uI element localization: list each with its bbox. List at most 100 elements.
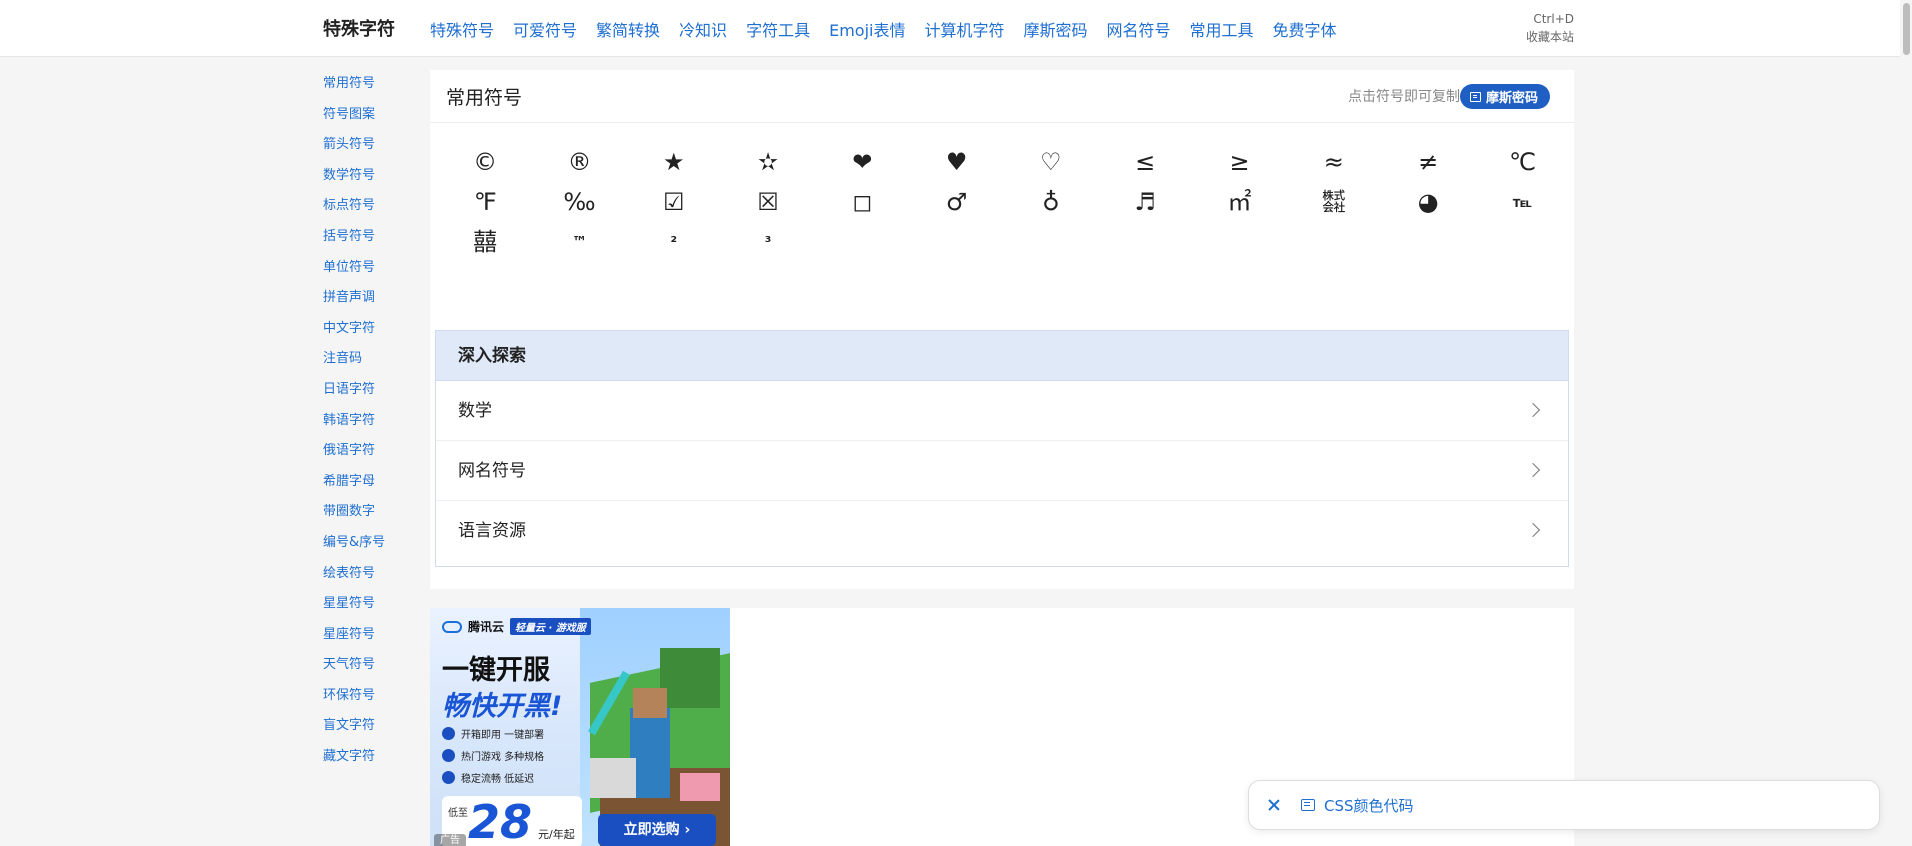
sidebar-item[interactable]: 符号图案 bbox=[323, 107, 423, 138]
ad-tag: 轻量云 · 游戏服 bbox=[510, 618, 591, 635]
explore-item-math[interactable]: 数学 bbox=[436, 381, 1568, 441]
explore-item-label: 语言资源 bbox=[458, 521, 526, 541]
sidebar-item[interactable]: 希腊字母 bbox=[323, 474, 423, 505]
site-logo[interactable]: 特殊字符 bbox=[323, 15, 395, 41]
section-title: 常用符号 bbox=[446, 87, 523, 109]
nav-item-emoji[interactable]: Emoji表情 bbox=[829, 17, 905, 41]
symbol-cell[interactable]: ♂ bbox=[909, 182, 1003, 222]
nav-item-morse[interactable]: 摩斯密码 bbox=[1023, 17, 1087, 41]
chevron-right-icon bbox=[1525, 402, 1541, 418]
symbol-cell[interactable]: 囍 bbox=[438, 222, 532, 262]
ad-illustration bbox=[680, 773, 720, 801]
ad-price: 28 bbox=[468, 795, 533, 846]
symbol-cell[interactable]: ◕ bbox=[1381, 182, 1475, 222]
sidebar-item[interactable]: 天气符号 bbox=[323, 657, 423, 688]
symbol-cell[interactable]: ³ bbox=[721, 222, 815, 262]
sidebar-item[interactable]: 日语字符 bbox=[323, 382, 423, 413]
scrollbar-thumb[interactable] bbox=[1903, 3, 1910, 55]
ad-illustration bbox=[633, 688, 667, 718]
ad-feature: 开箱即用 一键部署 bbox=[442, 726, 544, 741]
explore-panel: 深入探索 数学 网名符号 语言资源 bbox=[435, 330, 1569, 567]
nav-item-common-tools[interactable]: 常用工具 bbox=[1190, 17, 1254, 41]
sidebar-item[interactable]: 常用符号 bbox=[323, 76, 423, 107]
sidebar-item[interactable]: 带圈数字 bbox=[323, 504, 423, 535]
bookmark-label: 收藏本站 bbox=[1525, 30, 1574, 44]
sidebar-item[interactable]: 编号&序号 bbox=[323, 535, 423, 566]
symbol-cell[interactable]: ㍿ bbox=[1287, 182, 1381, 222]
sidebar-item[interactable]: 俄语字符 bbox=[323, 443, 423, 474]
bookmark-hint[interactable]: Ctrl+D 收藏本站 bbox=[1500, 10, 1574, 46]
explore-item-label: 数学 bbox=[458, 401, 492, 421]
ad-banner[interactable]: 腾讯云 轻量云 · 游戏服 一键开服 畅快开黑! 开箱即用 一键部署 热门游戏 … bbox=[430, 608, 730, 846]
sidebar-item[interactable]: 中文字符 bbox=[323, 321, 423, 352]
symbol-cell[interactable]: ² bbox=[627, 222, 721, 262]
page-scrollbar[interactable] bbox=[1900, 0, 1912, 846]
symbol-cell[interactable]: © bbox=[438, 142, 532, 182]
symbol-cell[interactable]: ♁ bbox=[1004, 182, 1098, 222]
nav-item-free-fonts[interactable]: 免费字体 bbox=[1273, 17, 1337, 41]
explore-item-language-resources[interactable]: 语言资源 bbox=[436, 501, 1568, 561]
symbol-cell[interactable]: ≥ bbox=[1192, 142, 1286, 182]
nav-item-cute-symbols[interactable]: 可爱符号 bbox=[513, 17, 577, 41]
sidebar-item[interactable]: 藏文字符 bbox=[323, 749, 423, 780]
ad-price-unit: 元/年起 bbox=[538, 828, 575, 841]
ad-brand: 腾讯云 轻量云 · 游戏服 bbox=[442, 618, 591, 635]
nav-item-special-symbols[interactable]: 特殊符号 bbox=[430, 17, 494, 41]
symbol-cell[interactable]: ☒ bbox=[721, 182, 815, 222]
symbol-grid: © ® ★ ✫ ❤ ♥ ♡ ≤ ≥ ≈ ≠ ℃ ℉ ‰ ☑ ☒ ◻ ♂ ♁ ♬ … bbox=[438, 142, 1568, 262]
symbol-cell[interactable]: ♬ bbox=[1098, 182, 1192, 222]
symbol-cell[interactable]: ≈ bbox=[1287, 142, 1381, 182]
symbol-cell[interactable]: ℉ bbox=[438, 182, 532, 222]
sidebar-item[interactable]: 环保符号 bbox=[323, 688, 423, 719]
nav-item-trad-simp-convert[interactable]: 繁简转换 bbox=[596, 17, 660, 41]
symbol-cell[interactable]: ℡ bbox=[1475, 182, 1569, 222]
gamepad-icon bbox=[442, 749, 455, 762]
nav-item-trivia[interactable]: 冷知识 bbox=[679, 17, 727, 41]
document-icon bbox=[1301, 799, 1315, 811]
ad-feature-text: 稳定流畅 低延迟 bbox=[461, 774, 535, 785]
symbol-cell[interactable]: ☑ bbox=[627, 182, 721, 222]
sidebar-item[interactable]: 拼音声调 bbox=[323, 290, 423, 321]
symbol-cell[interactable]: ★ bbox=[627, 142, 721, 182]
sidebar-item[interactable]: 韩语字符 bbox=[323, 413, 423, 444]
nav-item-computer-chars[interactable]: 计算机字符 bbox=[924, 17, 1004, 41]
explore-item-nickname-symbols[interactable]: 网名符号 bbox=[436, 441, 1568, 501]
floating-link-bar: CSS颜色代码 bbox=[1248, 780, 1880, 830]
symbol-cell[interactable]: ℃ bbox=[1475, 142, 1569, 182]
symbol-cell[interactable]: ≤ bbox=[1098, 142, 1192, 182]
symbols-card: 常用符号 点击符号即可复制 摩斯密码 © ® ★ ✫ ❤ ♥ ♡ ≤ ≥ ≈ ≠… bbox=[430, 70, 1574, 589]
symbol-cell[interactable]: ‰ bbox=[532, 182, 626, 222]
nav-item-char-tools[interactable]: 字符工具 bbox=[746, 17, 810, 41]
sidebar-item[interactable]: 数学符号 bbox=[323, 168, 423, 199]
symbol-cell[interactable]: ✫ bbox=[721, 142, 815, 182]
morse-code-button[interactable]: 摩斯密码 bbox=[1460, 84, 1551, 109]
symbol-cell[interactable]: ♡ bbox=[1004, 142, 1098, 182]
sidebar-item[interactable]: 箭头符号 bbox=[323, 137, 423, 168]
sidebar-item[interactable]: 括号符号 bbox=[323, 229, 423, 260]
ad-buy-button[interactable]: 立即选购 › bbox=[598, 814, 716, 846]
symbol-cell[interactable]: ♥ bbox=[909, 142, 1003, 182]
sidebar-item[interactable]: 星座符号 bbox=[323, 627, 423, 658]
ad-illustration bbox=[660, 648, 720, 708]
shield-icon bbox=[442, 771, 455, 784]
symbol-cell[interactable]: ™ bbox=[532, 222, 626, 262]
sidebar-item[interactable]: 单位符号 bbox=[323, 260, 423, 291]
symbol-cell[interactable]: ❤ bbox=[815, 142, 909, 182]
sidebar-item[interactable]: 绘表符号 bbox=[323, 566, 423, 597]
sidebar-item[interactable]: 盲文字符 bbox=[323, 718, 423, 749]
nav-item-nickname-symbols[interactable]: 网名符号 bbox=[1107, 17, 1171, 41]
explore-item-label: 网名符号 bbox=[458, 461, 526, 481]
symbol-cell[interactable]: ◻ bbox=[815, 182, 909, 222]
sidebar-item[interactable]: 标点符号 bbox=[323, 198, 423, 229]
ad-label: 广告 bbox=[434, 834, 466, 846]
symbol-cell[interactable]: ≠ bbox=[1381, 142, 1475, 182]
close-icon[interactable] bbox=[1267, 798, 1281, 812]
css-color-code-link[interactable]: CSS颜色代码 bbox=[1324, 795, 1414, 816]
explore-heading: 深入探索 bbox=[436, 331, 1568, 381]
ad-illustration bbox=[630, 708, 670, 798]
sidebar-item[interactable]: 注音码 bbox=[323, 351, 423, 382]
symbol-cell[interactable]: ® bbox=[532, 142, 626, 182]
sidebar-item[interactable]: 星星符号 bbox=[323, 596, 423, 627]
top-navbar: 特殊字符 特殊符号 可爱符号 繁简转换 冷知识 字符工具 Emoji表情 计算机… bbox=[0, 0, 1912, 57]
symbol-cell[interactable]: ㎡ bbox=[1192, 182, 1286, 222]
